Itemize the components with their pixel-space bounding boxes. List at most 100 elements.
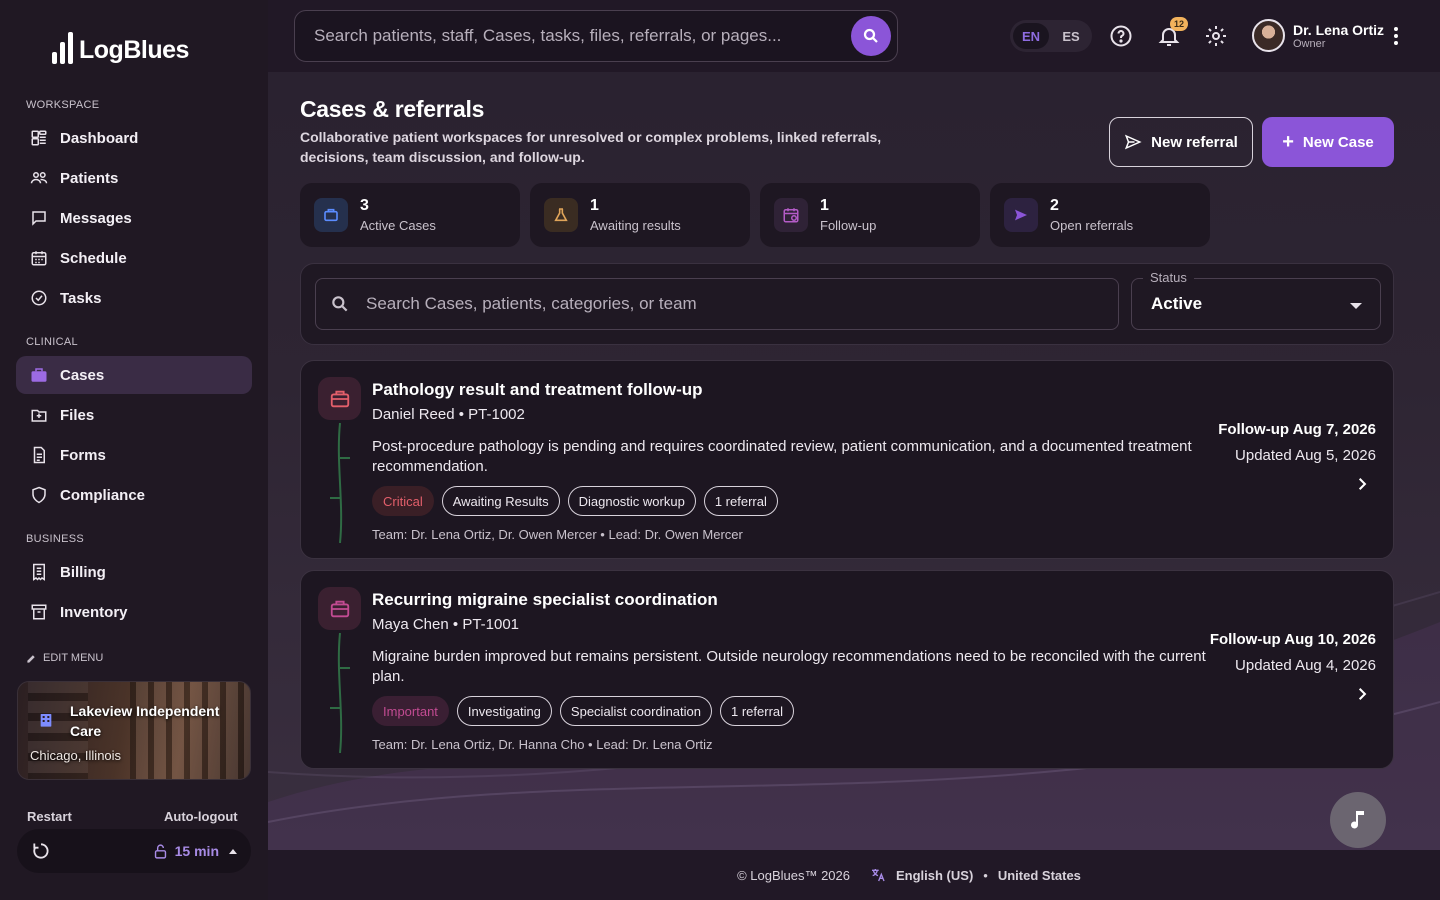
autologout-selector[interactable]: 15 min [152,843,237,860]
autologout-value: 15 min [174,843,219,859]
status-label: Status [1143,270,1194,285]
footer-region[interactable]: United States [998,868,1081,883]
sidebar: LogBlues WORKSPACE Dashboard Patients Me… [0,0,268,900]
autologout-label: Auto-logout [164,809,238,824]
case-search-input[interactable]: Search Cases, patients, categories, or t… [315,278,1119,330]
tag: Investigating [456,696,552,726]
sidebar-item-patients[interactable]: Patients [16,159,252,197]
stat-card-open-referrals[interactable]: 2 Open referrals [990,183,1210,247]
edit-menu-button[interactable]: EDIT MENU [26,652,103,664]
tag: Awaiting Results [441,486,560,516]
sidebar-item-inventory[interactable]: Inventory [16,593,252,631]
gear-icon[interactable] [1204,24,1228,48]
chevron-right-icon[interactable] [1355,687,1369,701]
patients-icon [30,172,48,184]
tag: 1 referral [720,696,795,726]
case-title: Recurring migraine specialist coordinati… [372,590,718,609]
sidebar-item-messages[interactable]: Messages [16,199,252,237]
global-search-input[interactable]: Search patients, staff, Cases, tasks, fi… [294,10,898,62]
send-icon [1004,198,1038,232]
sidebar-item-label: Cases [60,366,105,384]
language-en-option[interactable]: EN [1013,23,1049,49]
case-description: Post-procedure pathology is pending and … [372,438,1192,475]
sidebar-item-label: Tasks [60,289,102,307]
sidebar-item-schedule[interactable]: Schedule [16,239,252,277]
music-fab-button[interactable] [1330,792,1386,848]
case-timeline [330,633,350,753]
section-label-business: BUSINESS [26,533,85,545]
session-controls: 15 min [17,829,251,873]
footer-copyright: © LogBlues™ 2026 [737,867,850,883]
lock-icon [154,843,166,859]
footer-language[interactable]: English (US) [896,868,973,883]
global-search-placeholder: Search patients, staff, Cases, tasks, fi… [314,26,782,45]
sidebar-item-label: Patients [60,169,119,187]
status-value: Active [1151,294,1203,313]
restart-icon[interactable] [31,841,51,861]
language-toggle[interactable]: EN ES [1010,20,1092,52]
new-case-label: New Case [1302,133,1374,151]
case-card[interactable]: Recurring migraine specialist coordinati… [300,570,1394,769]
stat-label: Open referrals [1050,218,1134,233]
user-role: Owner [1293,38,1326,50]
stat-card-awaiting-results[interactable]: 1 Awaiting results [530,183,750,247]
case-tags: Important Investigating Specialist coord… [372,696,795,726]
translate-icon [872,869,885,882]
more-menu-icon[interactable] [1393,27,1399,45]
new-case-button[interactable]: + New Case [1262,117,1394,167]
calendar-icon [774,198,808,232]
stat-card-active-cases[interactable]: 3 Active Cases [300,183,520,247]
briefcase-icon [318,587,361,630]
clinic-location: Chicago, Illinois [30,748,122,763]
sidebar-item-compliance[interactable]: Compliance [16,476,252,514]
sidebar-item-label: Files [60,406,95,424]
search-icon [863,28,878,43]
pencil-icon [27,654,35,663]
stat-card-follow-up[interactable]: 1 Follow-up [760,183,980,247]
case-followup-date: Follow-up Aug 10, 2026 [1209,631,1376,648]
search-icon [332,296,348,312]
sidebar-item-files[interactable]: Files [16,396,252,434]
clinic-card[interactable]: Lakeview Independent Care Chicago, Illin… [17,681,251,780]
sidebar-item-forms[interactable]: Forms [16,436,252,474]
patient-name: Maya Chen [372,616,449,633]
patient-id: PT-1001 [462,616,520,633]
restart-label: Restart [27,809,72,824]
stat-value: 2 [1050,197,1059,214]
sidebar-item-dashboard[interactable]: Dashboard [16,119,252,157]
stat-value: 1 [590,197,599,214]
plus-icon: + [1282,131,1294,153]
shield-icon [32,486,46,504]
briefcase-icon [318,377,361,420]
page-subtitle: Collaborative patient workspaces for unr… [300,129,882,165]
logo[interactable]: LogBlues [52,32,189,64]
sidebar-item-cases[interactable]: Cases [16,356,252,394]
case-search-placeholder: Search Cases, patients, categories, or t… [366,294,697,313]
section-label-workspace: WORKSPACE [26,99,100,111]
notification-badge: 12 [1170,17,1188,31]
avatar[interactable] [1252,19,1285,52]
chevron-right-icon[interactable] [1355,477,1369,491]
new-referral-button[interactable]: New referral [1109,117,1253,167]
case-card[interactable]: Pathology result and treatment follow-up… [300,360,1394,559]
sidebar-item-billing[interactable]: Billing [16,553,252,591]
tag: Specialist coordination [559,696,712,726]
case-updated-date: Updated Aug 5, 2026 [1235,447,1376,464]
stat-value: 3 [360,197,369,214]
patient-name: Daniel Reed [372,406,455,423]
case-description: Migraine burden improved but remains per… [372,648,1206,685]
archive-icon [31,604,47,620]
case-patient: Daniel Reed • PT-1002 [372,406,525,423]
team-members: Team: Dr. Lena Ortiz, Dr. Owen Mercer [372,527,597,542]
sidebar-item-tasks[interactable]: Tasks [16,279,252,317]
search-button[interactable] [851,16,891,56]
priority-badge: Critical [372,486,434,516]
help-icon[interactable] [1109,24,1133,48]
status-select[interactable]: Active [1131,278,1381,330]
team-lead: Lead: Dr. Lena Ortiz [596,737,713,752]
send-icon [1125,134,1142,150]
new-referral-label: New referral [1151,133,1238,151]
page-title: Cases & referrals [300,96,485,122]
language-es-option[interactable]: ES [1053,23,1089,49]
case-team: Team: Dr. Lena Ortiz, Dr. Hanna Cho • Le… [372,737,713,752]
